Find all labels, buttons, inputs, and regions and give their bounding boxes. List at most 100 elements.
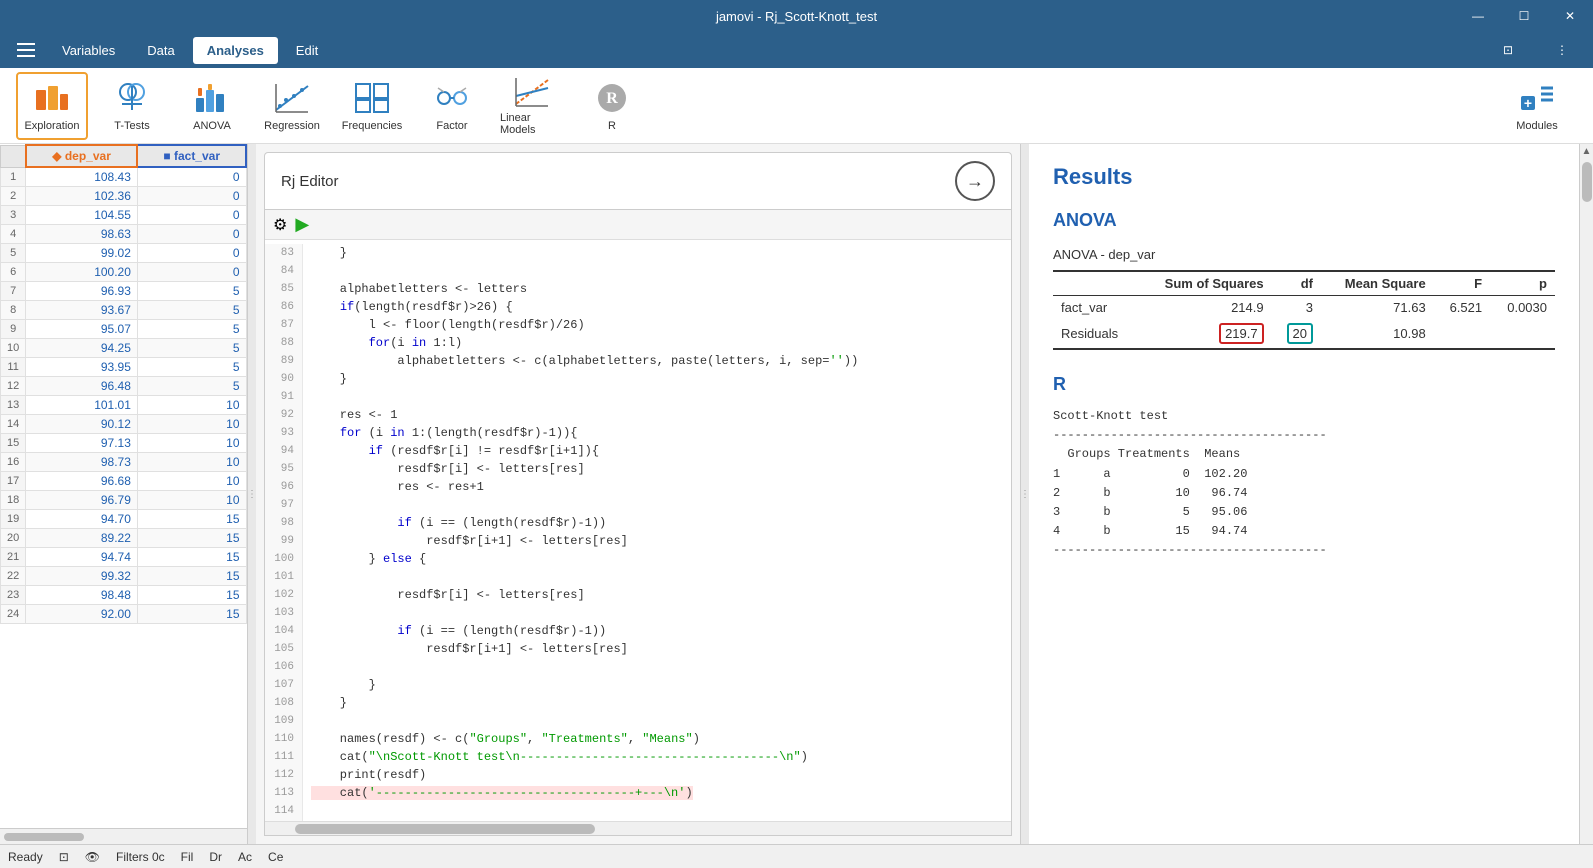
exploration-label: Exploration bbox=[24, 120, 79, 132]
col-header-fact-var[interactable]: ■ fact_var bbox=[137, 145, 246, 167]
code-line: 113 cat('-------------------------------… bbox=[265, 784, 1011, 802]
line-number: 114 bbox=[265, 802, 303, 820]
code-line: 108 } bbox=[265, 694, 1011, 712]
dep-var-cell: 101.01 bbox=[26, 396, 138, 415]
code-line: 106 bbox=[265, 658, 1011, 676]
tool-exploration[interactable]: Exploration bbox=[16, 72, 88, 140]
dep-var-cell: 96.93 bbox=[26, 282, 138, 301]
table-row: 14 90.12 10 bbox=[1, 415, 247, 434]
editor-horizontal-scrollbar[interactable] bbox=[265, 821, 1011, 835]
filter-icon[interactable]: ⊡ bbox=[59, 850, 69, 864]
fact-var-cell: 15 bbox=[137, 586, 246, 605]
expand-icon[interactable]: ⊡ bbox=[1485, 34, 1531, 66]
settings-icon[interactable]: ⚙ bbox=[273, 215, 287, 235]
data-scrollbar[interactable] bbox=[0, 828, 247, 844]
menu-edit[interactable]: Edit bbox=[282, 37, 332, 64]
line-content: if (i == (length(resdf$r)-1)) bbox=[303, 514, 606, 532]
code-line: 85 alphabetletters <- letters bbox=[265, 280, 1011, 298]
table-row: 2 102.36 0 bbox=[1, 187, 247, 206]
code-line: 95 resdf$r[i] <- letters[res] bbox=[265, 460, 1011, 478]
line-number: 105 bbox=[265, 640, 303, 658]
fact-var-cell: 5 bbox=[137, 282, 246, 301]
code-line: 93 for (i in 1:(length(resdf$r)-1)){ bbox=[265, 424, 1011, 442]
code-line: 112 print(resdf) bbox=[265, 766, 1011, 784]
tool-factor[interactable]: Factor bbox=[416, 72, 488, 140]
fact-var-cell: 10 bbox=[137, 453, 246, 472]
fact-var-cell: 10 bbox=[137, 434, 246, 453]
line-content bbox=[303, 388, 311, 406]
line-content: } bbox=[303, 676, 376, 694]
linear-models-label: Linear Models bbox=[500, 112, 564, 136]
line-content: } bbox=[303, 694, 347, 712]
line-number: 88 bbox=[265, 334, 303, 352]
tool-frequencies[interactable]: Frequencies bbox=[336, 72, 408, 140]
hamburger-menu[interactable] bbox=[8, 34, 44, 66]
eye-icon[interactable]: 👁 bbox=[85, 850, 100, 864]
scroll-up-arrow[interactable]: ▲ bbox=[1580, 144, 1593, 158]
row-number: 4 bbox=[1, 225, 26, 244]
table-row: 3 104.55 0 bbox=[1, 206, 247, 225]
tool-r[interactable]: R R bbox=[576, 72, 648, 140]
dr-label: Dr bbox=[209, 850, 222, 864]
line-content: alphabetletters <- c(alphabetletters, pa… bbox=[303, 352, 858, 370]
code-line: 102 resdf$r[i] <- letters[res] bbox=[265, 586, 1011, 604]
menu-data[interactable]: Data bbox=[133, 37, 188, 64]
minimize-button[interactable]: — bbox=[1455, 0, 1501, 32]
row-number: 15 bbox=[1, 434, 26, 453]
table-row: 18 96.79 10 bbox=[1, 491, 247, 510]
results-panel: Results ANOVA ANOVA - dep_var Sum of Squ… bbox=[1029, 144, 1579, 844]
dep-var-cell: 96.79 bbox=[26, 491, 138, 510]
dep-var-cell: 95.07 bbox=[26, 320, 138, 339]
data-table-scroll[interactable]: ◆ dep_var ■ fact_var 1 108.43 0 2 102.36… bbox=[0, 144, 247, 828]
resize-handle-left[interactable]: ⋮ bbox=[248, 144, 256, 844]
fact-var-cell: 5 bbox=[137, 339, 246, 358]
tool-t-tests[interactable]: T-Tests bbox=[96, 72, 168, 140]
table-row: 20 89.22 15 bbox=[1, 529, 247, 548]
menu-bar: Variables Data Analyses Edit ⊡ ⋮ bbox=[0, 32, 1593, 68]
code-line: 100 } else { bbox=[265, 550, 1011, 568]
run-button[interactable]: → bbox=[955, 161, 995, 201]
code-line: 110 names(resdf) <- c("Groups", "Treatme… bbox=[265, 730, 1011, 748]
tool-linear-models[interactable]: Linear Models bbox=[496, 72, 568, 140]
fact-var-cell: 15 bbox=[137, 548, 246, 567]
anova-table: Sum of Squares df Mean Square F p fact_v… bbox=[1053, 270, 1555, 350]
close-button[interactable]: ✕ bbox=[1547, 0, 1593, 32]
data-table: ◆ dep_var ■ fact_var 1 108.43 0 2 102.36… bbox=[0, 144, 247, 624]
col-header-dep-var[interactable]: ◆ dep_var bbox=[26, 145, 138, 167]
ss-highlight: 219.7 bbox=[1219, 323, 1264, 344]
menu-variables[interactable]: Variables bbox=[48, 37, 129, 64]
maximize-button[interactable]: ☐ bbox=[1501, 0, 1547, 32]
code-line: 83 } bbox=[265, 244, 1011, 262]
fact-var-cell: 0 bbox=[137, 263, 246, 282]
tool-modules[interactable]: + Modules bbox=[1497, 72, 1577, 140]
line-number: 110 bbox=[265, 730, 303, 748]
resize-handle-right[interactable]: ⋮ bbox=[1021, 144, 1029, 844]
row-number: 1 bbox=[1, 167, 26, 187]
table-row: 22 99.32 15 bbox=[1, 567, 247, 586]
frequencies-icon bbox=[354, 80, 390, 116]
menu-analyses[interactable]: Analyses bbox=[193, 37, 278, 64]
row-number: 5 bbox=[1, 244, 26, 263]
results-scrollbar[interactable]: ▲ bbox=[1579, 144, 1593, 844]
dep-var-cell: 102.36 bbox=[26, 187, 138, 206]
line-content: res <- 1 bbox=[303, 406, 397, 424]
row-ss-residuals: 219.7 bbox=[1138, 319, 1272, 349]
toolbar-right: + Modules bbox=[1497, 72, 1577, 140]
code-line: 90 } bbox=[265, 370, 1011, 388]
code-editor[interactable]: 83 } 84 85 alphabetletters <- letters 86… bbox=[265, 240, 1011, 821]
more-icon[interactable]: ⋮ bbox=[1539, 34, 1585, 66]
tool-anova[interactable]: ANOVA bbox=[176, 72, 248, 140]
code-line: 104 if (i == (length(resdf$r)-1)) bbox=[265, 622, 1011, 640]
tool-regression[interactable]: Regression bbox=[256, 72, 328, 140]
menu-bar-right: ⊡ ⋮ bbox=[1485, 34, 1585, 66]
line-number: 104 bbox=[265, 622, 303, 640]
exploration-icon bbox=[34, 80, 70, 116]
play-icon[interactable]: ▶ bbox=[295, 214, 309, 235]
svg-text:+: + bbox=[1524, 95, 1532, 111]
r-section: R Scott-Knott test ---------------------… bbox=[1053, 374, 1555, 561]
fact-var-cell: 15 bbox=[137, 605, 246, 624]
row-number: 23 bbox=[1, 586, 26, 605]
row-number: 20 bbox=[1, 529, 26, 548]
code-line: 86 if(length(resdf$r)>26) { bbox=[265, 298, 1011, 316]
row-number: 21 bbox=[1, 548, 26, 567]
